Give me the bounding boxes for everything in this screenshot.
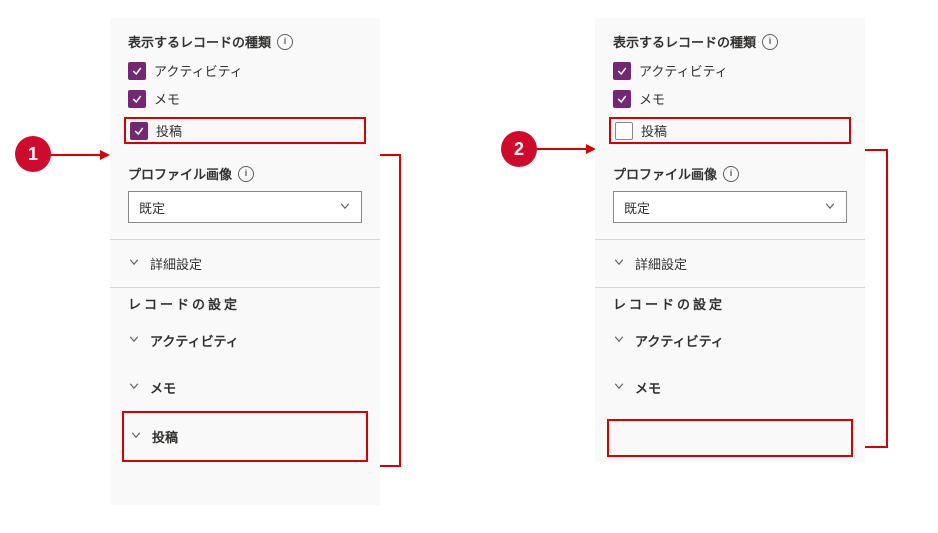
records-type-label: 表示するレコードの種類 xyxy=(613,32,756,51)
chevron-down-icon xyxy=(128,333,140,348)
settings-panel-1: 表示するレコードの種類 i アクティビティ メモ 投稿 プロファイル画像 i xyxy=(110,18,380,505)
chevron-down-icon xyxy=(613,380,625,395)
checkbox-memo-label: メモ xyxy=(639,89,665,108)
checkbox-post-unchecked[interactable] xyxy=(615,122,633,140)
expander-post-highlighted[interactable]: 投稿 xyxy=(122,411,368,462)
records-type-title: 表示するレコードの種類 i xyxy=(128,32,362,51)
records-settings-heading: レコードの設定 xyxy=(613,288,847,317)
info-icon[interactable]: i xyxy=(762,34,778,50)
expander-activity[interactable]: アクティビティ xyxy=(128,317,362,364)
checkbox-activity[interactable] xyxy=(128,62,146,80)
checkbox-activity-label: アクティビティ xyxy=(639,61,728,80)
checkbox-row-memo: メモ xyxy=(128,89,362,108)
chevron-down-icon xyxy=(613,256,625,271)
checkbox-memo[interactable] xyxy=(613,90,631,108)
settings-panel-2: 表示するレコードの種類 i アクティビティ メモ 投稿 プロファイル画像 i 既… xyxy=(595,18,865,462)
info-icon[interactable]: i xyxy=(277,34,293,50)
records-settings-heading: レコードの設定 xyxy=(128,288,362,317)
profile-image-title: プロファイル画像 i xyxy=(613,164,847,183)
expander-activity[interactable]: アクティビティ xyxy=(613,317,847,364)
checkbox-row-post-highlighted: 投稿 xyxy=(124,117,366,144)
expander-advanced[interactable]: 詳細設定 xyxy=(128,240,362,287)
records-type-title: 表示するレコードの種類 i xyxy=(613,32,847,51)
expander-activity-label: アクティビティ xyxy=(635,331,724,350)
records-type-label: 表示するレコードの種類 xyxy=(128,32,271,51)
expander-advanced-label: 詳細設定 xyxy=(150,254,202,273)
expander-memo-label: メモ xyxy=(150,378,176,397)
checkbox-post-label: 投稿 xyxy=(641,121,667,140)
chevron-down-icon xyxy=(128,256,140,271)
expander-memo[interactable]: メモ xyxy=(128,364,362,411)
expander-memo-label: メモ xyxy=(635,378,661,397)
checkbox-memo-label: メモ xyxy=(154,89,180,108)
profile-image-select[interactable]: 既定 xyxy=(613,191,847,223)
step-badge-1-label: 1 xyxy=(28,144,38,165)
expander-memo[interactable]: メモ xyxy=(613,364,847,411)
checkbox-row-activity: アクティビティ xyxy=(613,61,847,80)
step-badge-2-label: 2 xyxy=(514,139,524,160)
checkbox-post-label: 投稿 xyxy=(156,121,182,140)
profile-image-label: プロファイル画像 xyxy=(128,164,232,183)
profile-image-select[interactable]: 既定 xyxy=(128,191,362,223)
chevron-down-icon xyxy=(824,200,836,215)
chevron-down-icon xyxy=(128,380,140,395)
step-badge-1: 1 xyxy=(15,136,51,172)
profile-image-select-value: 既定 xyxy=(139,198,165,217)
expander-advanced[interactable]: 詳細設定 xyxy=(613,240,847,287)
expander-advanced-label: 詳細設定 xyxy=(635,254,687,273)
profile-image-label: プロファイル画像 xyxy=(613,164,717,183)
checkbox-row-memo: メモ xyxy=(613,89,847,108)
profile-image-select-value: 既定 xyxy=(624,198,650,217)
step-badge-2: 2 xyxy=(501,131,537,167)
checkbox-row-activity: アクティビティ xyxy=(128,61,362,80)
checkbox-activity[interactable] xyxy=(613,62,631,80)
chevron-down-icon xyxy=(339,200,351,215)
checkbox-activity-label: アクティビティ xyxy=(154,61,243,80)
empty-highlight-box xyxy=(607,419,853,457)
info-icon[interactable]: i xyxy=(723,166,739,182)
chevron-down-icon xyxy=(613,333,625,348)
info-icon[interactable]: i xyxy=(238,166,254,182)
checkbox-row-post-highlighted: 投稿 xyxy=(609,117,851,144)
expander-post-label: 投稿 xyxy=(152,427,178,446)
chevron-down-icon xyxy=(130,429,142,444)
expander-activity-label: アクティビティ xyxy=(150,331,239,350)
checkbox-post[interactable] xyxy=(130,122,148,140)
checkbox-memo[interactable] xyxy=(128,90,146,108)
profile-image-title: プロファイル画像 i xyxy=(128,164,362,183)
